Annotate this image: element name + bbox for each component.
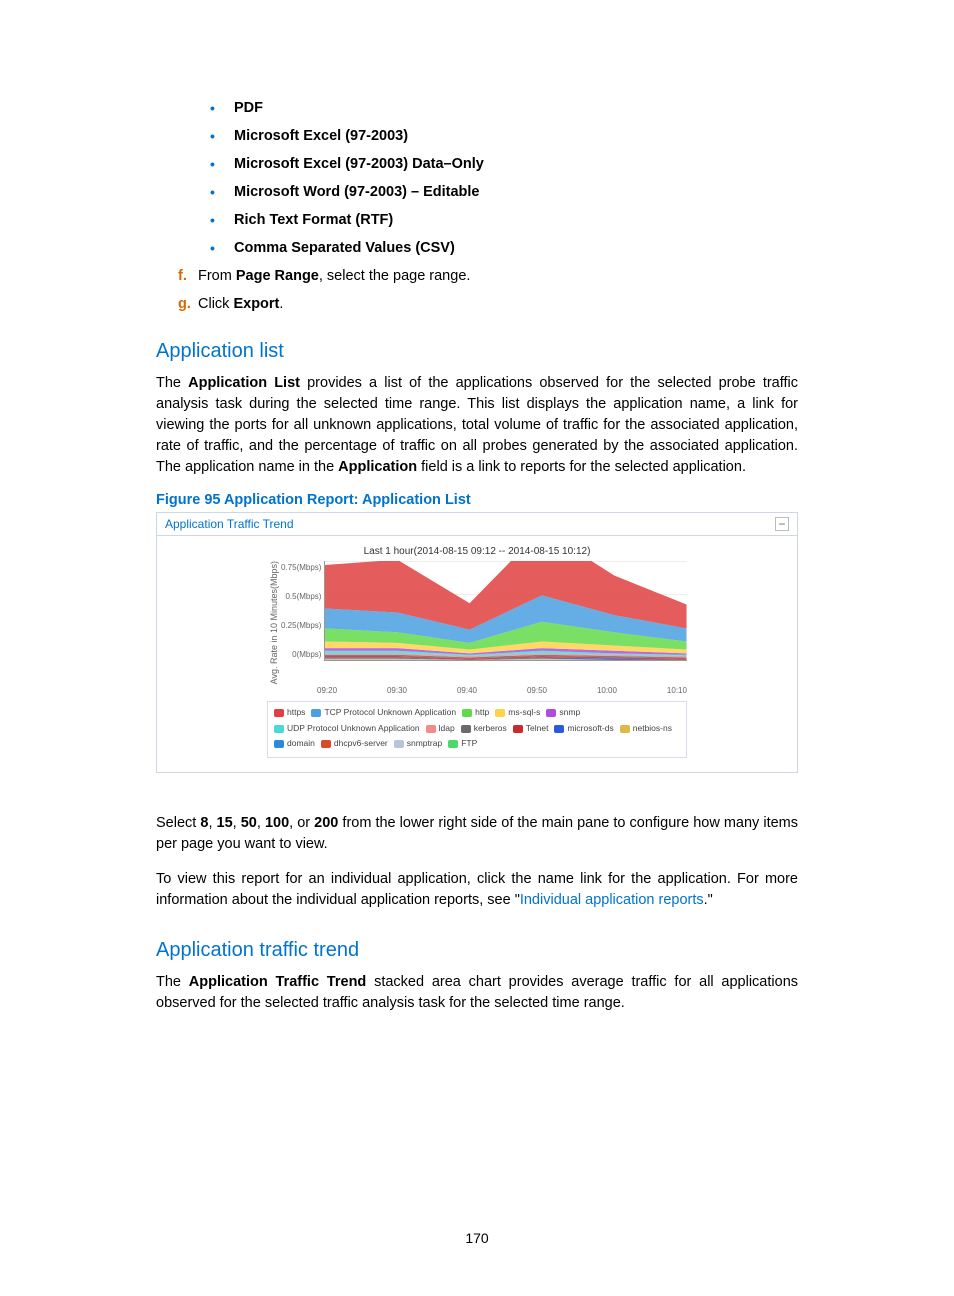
step-letter: g.: [178, 296, 191, 312]
step-text: Click: [198, 296, 233, 312]
step-text: From: [198, 268, 236, 284]
legend-swatch: [321, 740, 331, 748]
step-g: g. Click Export.: [198, 296, 798, 312]
application-traffic-trend-paragraph: The Application Traffic Trend stacked ar…: [156, 972, 798, 1014]
legend-label: ldap: [439, 722, 455, 736]
step-f: f. From Page Range, select the page rang…: [198, 268, 798, 284]
legend-item: snmptrap: [394, 737, 442, 751]
legend-label: snmptrap: [407, 737, 442, 751]
legend-swatch: [495, 709, 505, 717]
chart-y-ticks: 0.75(Mbps)0.5(Mbps)0.25(Mbps)0(Mbps): [281, 561, 324, 659]
legend-swatch: [462, 709, 472, 717]
legend-swatch: [620, 725, 630, 733]
legend-label: ms-sql-s: [508, 706, 540, 720]
individual-report-paragraph: To view this report for an individual ap…: [156, 869, 798, 911]
legend-item: https: [274, 706, 305, 720]
legend-swatch: [274, 740, 284, 748]
legend-label: netbios-ns: [633, 722, 672, 736]
chart-y-axis-label: Avg. Rate in 10 Minutes(Mbps): [267, 561, 281, 684]
step-suffix: .: [279, 296, 283, 312]
export-format-item: PDF: [234, 100, 798, 116]
legend-item: netbios-ns: [620, 722, 672, 736]
legend-label: snmp: [559, 706, 580, 720]
legend-swatch: [311, 709, 321, 717]
legend-item: Telnet: [513, 722, 549, 736]
application-traffic-trend-panel: Application Traffic Trend − Last 1 hour(…: [156, 512, 798, 773]
legend-item: domain: [274, 737, 315, 751]
step-bold: Export: [233, 296, 279, 312]
chart-title: Last 1 hour(2014-08-15 09:12 -- 2014-08-…: [267, 546, 687, 557]
application-traffic-trend-heading: Application traffic trend: [156, 939, 798, 962]
individual-application-reports-link[interactable]: Individual application reports: [520, 892, 704, 908]
legend-label: FTP: [461, 737, 477, 751]
export-format-item: Microsoft Excel (97-2003) Data–Only: [234, 156, 798, 172]
legend-swatch: [554, 725, 564, 733]
legend-swatch: [461, 725, 471, 733]
export-format-item: Microsoft Excel (97-2003): [234, 128, 798, 144]
legend-item: ldap: [426, 722, 455, 736]
collapse-icon[interactable]: −: [775, 517, 789, 531]
legend-item: TCP Protocol Unknown Application: [311, 706, 456, 720]
legend-swatch: [274, 725, 284, 733]
application-list-heading: Application list: [156, 340, 798, 363]
legend-item: ms-sql-s: [495, 706, 540, 720]
step-suffix: , select the page range.: [319, 268, 471, 284]
legend-label: domain: [287, 737, 315, 751]
panel-title: Application Traffic Trend: [165, 517, 294, 531]
legend-swatch: [394, 740, 404, 748]
legend-item: kerberos: [461, 722, 507, 736]
export-format-list: PDF Microsoft Excel (97-2003) Microsoft Ex…: [156, 100, 798, 256]
panel-header: Application Traffic Trend −: [157, 513, 797, 536]
chart-x-ticks: 09:2009:3009:4009:5010:0010:10: [317, 686, 687, 695]
legend-item: http: [462, 706, 489, 720]
legend-item: dhcpv6-server: [321, 737, 388, 751]
step-bold: Page Range: [236, 268, 319, 284]
page-number: 170: [0, 1230, 954, 1246]
legend-item: microsoft-ds: [554, 722, 613, 736]
pagination-hint-paragraph: Select 8, 15, 50, 100, or 200 from the l…: [156, 813, 798, 855]
legend-label: TCP Protocol Unknown Application: [324, 706, 456, 720]
export-format-item: Microsoft Word (97-2003) – Editable: [234, 184, 798, 200]
legend-swatch: [448, 740, 458, 748]
legend-label: http: [475, 706, 489, 720]
export-format-item: Rich Text Format (RTF): [234, 212, 798, 228]
application-list-paragraph: The Application List provides a list of …: [156, 373, 798, 478]
chart-legend: https TCP Protocol Unknown Application htt…: [267, 701, 687, 757]
legend-label: microsoft-ds: [567, 722, 613, 736]
export-format-item: Comma Separated Values (CSV): [234, 240, 798, 256]
legend-label: Telnet: [526, 722, 549, 736]
legend-swatch: [513, 725, 523, 733]
legend-label: kerberos: [474, 722, 507, 736]
legend-label: https: [287, 706, 305, 720]
legend-swatch: [546, 709, 556, 717]
figure-caption: Figure 95 Application Report: Applicatio…: [156, 492, 798, 508]
legend-label: UDP Protocol Unknown Application: [287, 722, 420, 736]
legend-swatch: [426, 725, 436, 733]
legend-item: UDP Protocol Unknown Application: [274, 722, 420, 736]
legend-label: dhcpv6-server: [334, 737, 388, 751]
legend-swatch: [274, 709, 284, 717]
legend-item: FTP: [448, 737, 477, 751]
chart-plot-area: [324, 561, 687, 661]
step-letter: f.: [178, 268, 187, 284]
legend-item: snmp: [546, 706, 580, 720]
